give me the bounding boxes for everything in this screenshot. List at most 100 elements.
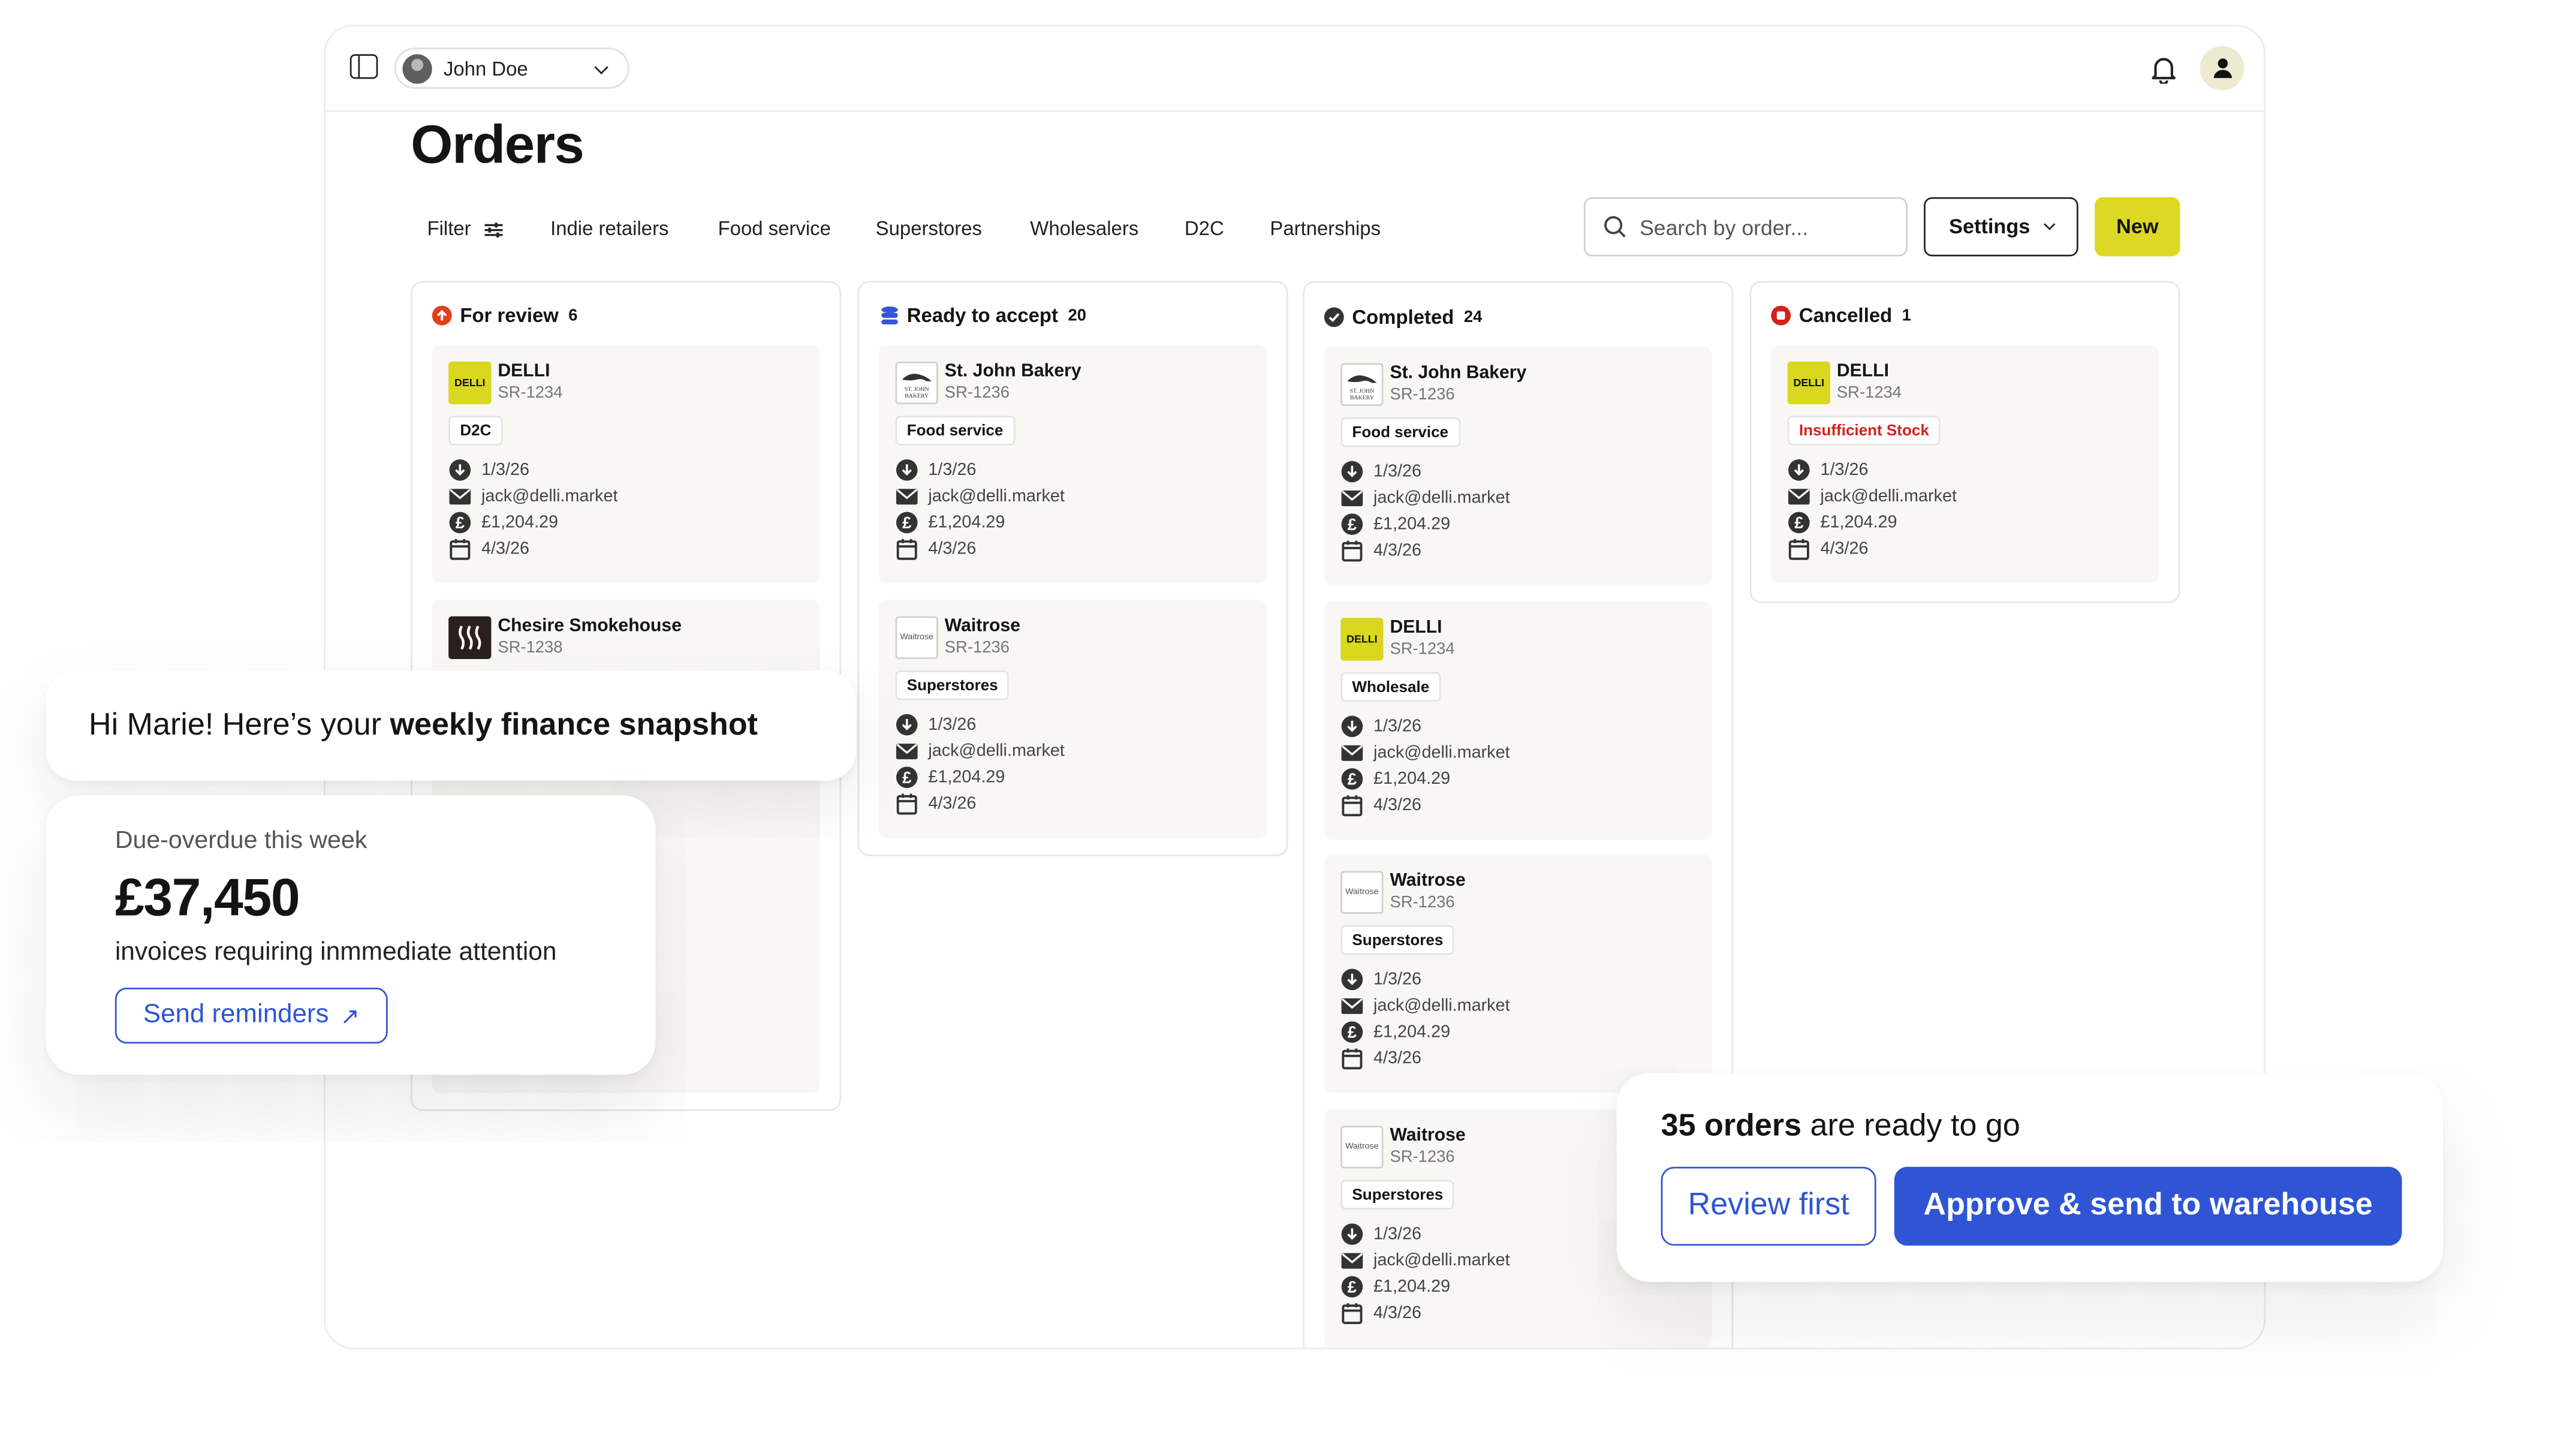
segment-indie-retailers[interactable]: Indie retailers [550,217,668,240]
column-header: Ready to accept 20 [879,304,1086,327]
send-reminders-button[interactable]: Send reminders ↗ [115,988,388,1044]
calendar-icon [1788,539,1809,560]
svg-text:£: £ [1794,513,1803,532]
order-ref: SR-1234 [498,384,563,403]
order-ref: SR-1234 [1390,640,1455,659]
mail-icon [449,489,471,505]
segment-d2c[interactable]: D2C [1185,217,1224,240]
due-date-row: 4/3/26 [1340,539,1421,562]
send-reminders-label: Send reminders [143,1000,329,1029]
new-order-button[interactable]: New [2095,197,2180,257]
order-date-row: 1/3/26 [1340,460,1421,483]
bell-icon[interactable] [2150,54,2177,84]
order-card[interactable]: Waitrose Waitrose SR-1236 Superstores 1/… [879,600,1267,838]
order-date-row: 1/3/26 [1340,715,1421,738]
calendar-icon [1342,795,1363,817]
order-card[interactable]: DELLI DELLI SR-1234 D2C 1/3/26 jack@dell… [432,345,820,583]
download-circle-icon [1788,459,1810,481]
customer-name: Waitrose [1390,871,1466,891]
segment-tag: Superstores [895,670,1010,700]
amount-row: £ £1,204.29 [1788,511,1897,534]
smokehouse-logo [448,616,492,659]
email-row: jack@delli.market [896,485,1065,507]
avatar [402,53,432,83]
order-ref: SR-1236 [944,384,1010,403]
column-title: Cancelled [1798,303,1893,327]
search-input[interactable]: Search by order... [1583,197,1908,257]
column-count: 1 [1902,306,1911,325]
filter-button[interactable]: Filter [427,217,503,240]
svg-text:£: £ [1348,515,1357,534]
ready-orders-panel: 35 orders are ready to go Review first A… [1616,1073,2444,1282]
mail-icon [1788,489,1810,505]
order-card[interactable]: DELLI DELLI SR-1234 Insufficient Stock 1… [1771,345,2159,583]
svg-text:£: £ [1348,1277,1357,1296]
due-date-row: 4/3/26 [1340,1301,1421,1325]
waitrose-logo: Waitrose [1340,1126,1384,1169]
email-row: jack@delli.market [1340,486,1510,509]
segment-superstores[interactable]: Superstores [876,217,982,240]
filter-label: Filter [427,216,471,240]
email-row: jack@delli.market [1340,741,1510,764]
stage: John Doe Orders Filter Indie retailers F… [0,0,2576,1451]
pound-icon: £ [1341,768,1363,790]
review-first-button[interactable]: Review first [1661,1166,1876,1246]
approve-send-button[interactable]: Approve & send to warehouse [1894,1166,2402,1246]
amount-row: £ £1,204.29 [1340,768,1450,790]
arrow-up-right-icon: ↗ [340,1001,360,1028]
svg-text:£: £ [1348,770,1357,789]
amount-row: £ £1,204.29 [896,766,1005,789]
check-circle-icon [1324,307,1344,327]
calendar-icon [896,793,917,815]
column-title: Completed [1352,305,1454,329]
email-row: jack@delli.market [1788,485,1957,507]
profile-button[interactable] [2200,46,2244,91]
order-ref: SR-1236 [1390,386,1455,405]
search-placeholder: Search by order... [1640,214,1809,239]
column-title: Ready to accept [906,303,1059,327]
download-circle-icon [1341,715,1363,738]
page-title: Orders [411,113,585,175]
svg-text:£: £ [902,513,911,532]
column-header: For review 6 [432,304,578,327]
due-date-row: 4/3/26 [1340,794,1421,817]
stack-icon [879,306,899,326]
pound-icon: £ [1341,1275,1363,1298]
settings-label: Settings [1949,215,2030,239]
waitrose-logo: Waitrose [1340,871,1384,914]
order-date-row: 1/3/26 [896,713,976,736]
settings-button[interactable]: Settings [1924,197,2078,257]
order-card[interactable]: DELLI DELLI SR-1234 Wholesale 1/3/26 jac… [1324,601,1712,840]
order-card[interactable]: Waitrose Waitrose SR-1236 Superstores 1/… [1324,855,1712,1093]
customer-name: DELLI [498,361,550,381]
column-title: For review [460,303,559,327]
top-bar: John Doe [325,26,2264,112]
email-row: jack@delli.market [1340,994,1510,1017]
order-card[interactable]: ST. JOHN BAKERY St. John Bakery SR-1236 F… [879,345,1267,583]
download-circle-icon [449,459,471,481]
due-label: Due-overdue this week [115,826,367,855]
email-row: jack@delli.market [448,485,617,507]
ready-message: 35 orders are ready to go [1661,1109,2020,1145]
column-header: Cancelled 1 [1771,304,1911,327]
segment-food-service[interactable]: Food service [718,217,831,240]
segment-partnerships[interactable]: Partnerships [1270,217,1381,240]
column-count: 24 [1463,308,1483,326]
customer-name: Waitrose [1390,1126,1466,1146]
ready-count: 35 orders [1661,1109,1802,1144]
user-switcher[interactable]: John Doe [394,47,629,89]
order-ref: SR-1236 [1390,894,1455,912]
pound-icon: £ [896,512,918,534]
finance-greeting-banner: Hi Marie! Here’s your weekly finance sna… [46,670,856,781]
pound-icon: £ [1788,512,1810,534]
mail-icon [1341,491,1363,507]
order-card[interactable]: ST. JOHN BAKERY St. John Bakery SR-1236 F… [1324,347,1712,585]
column-header: Completed 24 [1324,306,1482,329]
sidebar-toggle-icon[interactable] [350,54,378,79]
order-ref: SR-1236 [1390,1148,1455,1167]
user-icon [2213,58,2231,79]
segment-tag: Superstores [1340,925,1455,955]
customer-name: DELLI [1836,361,1889,381]
segment-wholesalers[interactable]: Wholesalers [1030,217,1138,240]
calendar-icon [896,539,917,560]
